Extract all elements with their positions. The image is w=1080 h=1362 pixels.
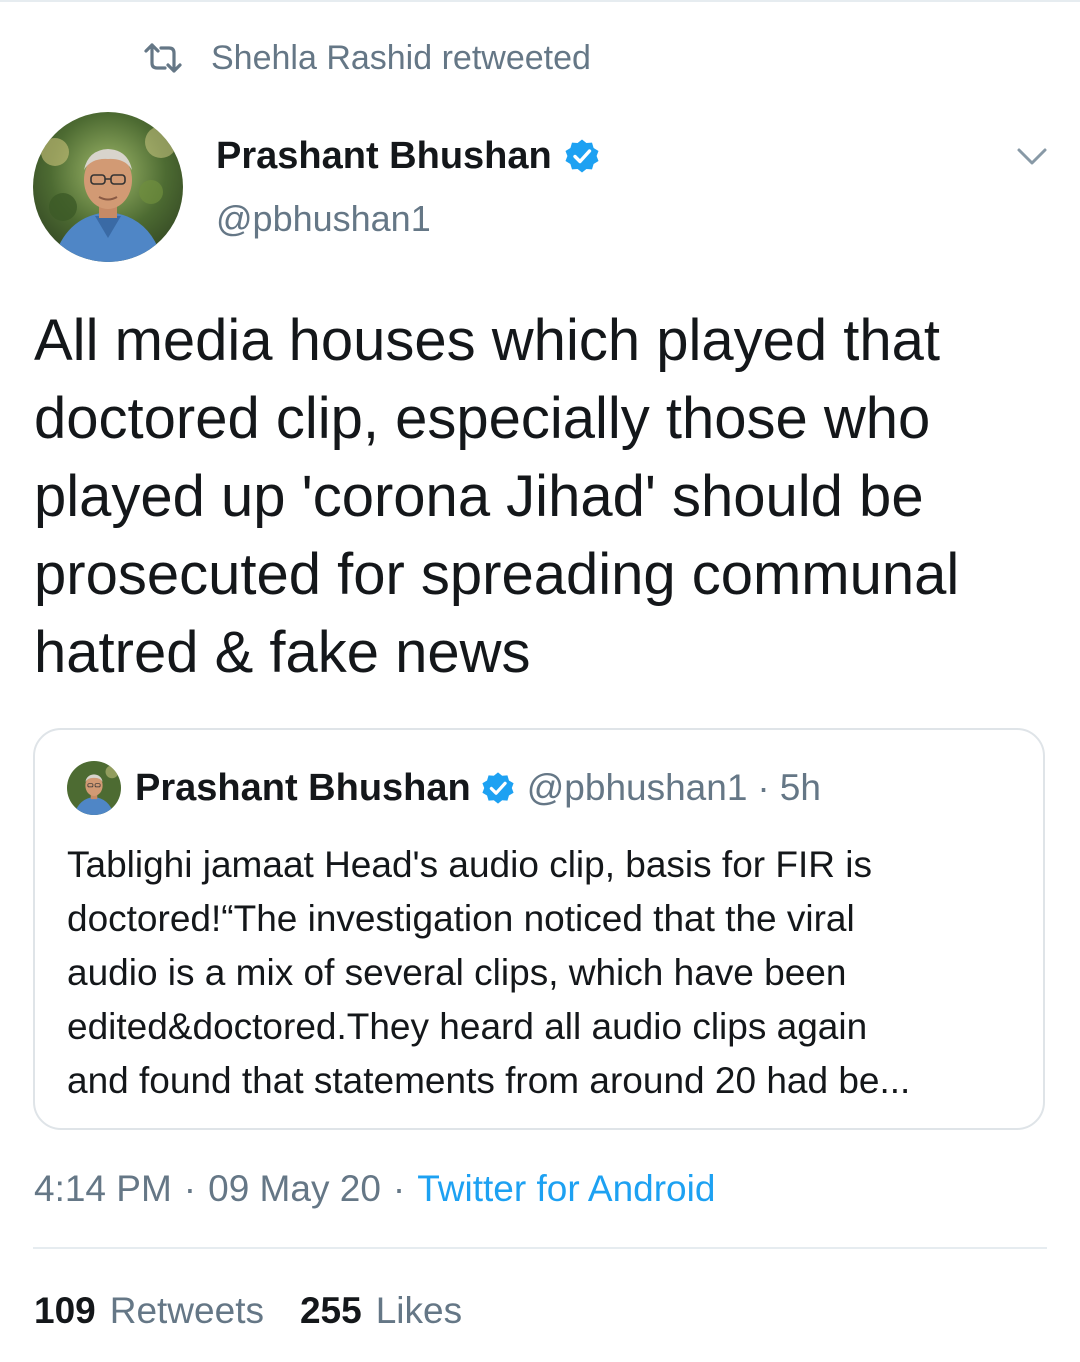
top-divider [0,0,1080,2]
tweet-source-link[interactable]: Twitter for Android [417,1168,715,1210]
quoted-author-handle: @pbhushan1 [526,767,748,808]
stats-divider [33,1247,1047,1249]
author-handle[interactable]: @pbhushan1 [216,198,431,240]
likes-label[interactable]: Likes [376,1290,462,1332]
quoted-author-name: Prashant Bhushan [135,766,471,809]
retweet-context-label: Shehla Rashid retweeted [211,38,591,77]
verified-badge-icon [482,772,514,804]
chevron-down-icon[interactable] [1014,138,1050,174]
tweet-stats: 109 Retweets 255 Likes [34,1286,498,1336]
quoted-tweet-time: 5h [779,767,821,808]
retweet-icon [144,43,182,73]
retweet-context[interactable]: Shehla Rashid retweeted [143,36,591,80]
meta-separator: · [183,1168,197,1209]
quoted-tweet-card[interactable]: Prashant Bhushan @pbhushan1 · 5h Tabligh… [33,728,1045,1130]
author-name[interactable]: Prashant Bhushan [216,135,552,178]
tweet-date: 09 May 20 [208,1168,381,1209]
quoted-tweet-avatar [67,761,121,815]
quoted-tweet-text: Tablighi jamaat Head's audio clip, basis… [67,844,911,1101]
tweet-text: All media houses which played that docto… [34,308,960,685]
avatar[interactable] [33,112,183,262]
verified-badge-icon [565,139,599,173]
quoted-time-separator: · [757,767,770,808]
author-name-row[interactable]: Prashant Bhushan [216,130,600,182]
retweets-label[interactable]: Retweets [110,1290,264,1332]
meta-separator: · [392,1168,406,1209]
likes-count[interactable]: 255 [300,1290,362,1332]
tweet-meta: 4:14 PM · 09 May 20 · Twitter for Androi… [34,1164,715,1214]
quoted-tweet-header: Prashant Bhushan @pbhushan1 · 5h [67,760,821,816]
retweets-count[interactable]: 109 [34,1290,96,1332]
tweet-time: 4:14 PM [34,1168,172,1209]
